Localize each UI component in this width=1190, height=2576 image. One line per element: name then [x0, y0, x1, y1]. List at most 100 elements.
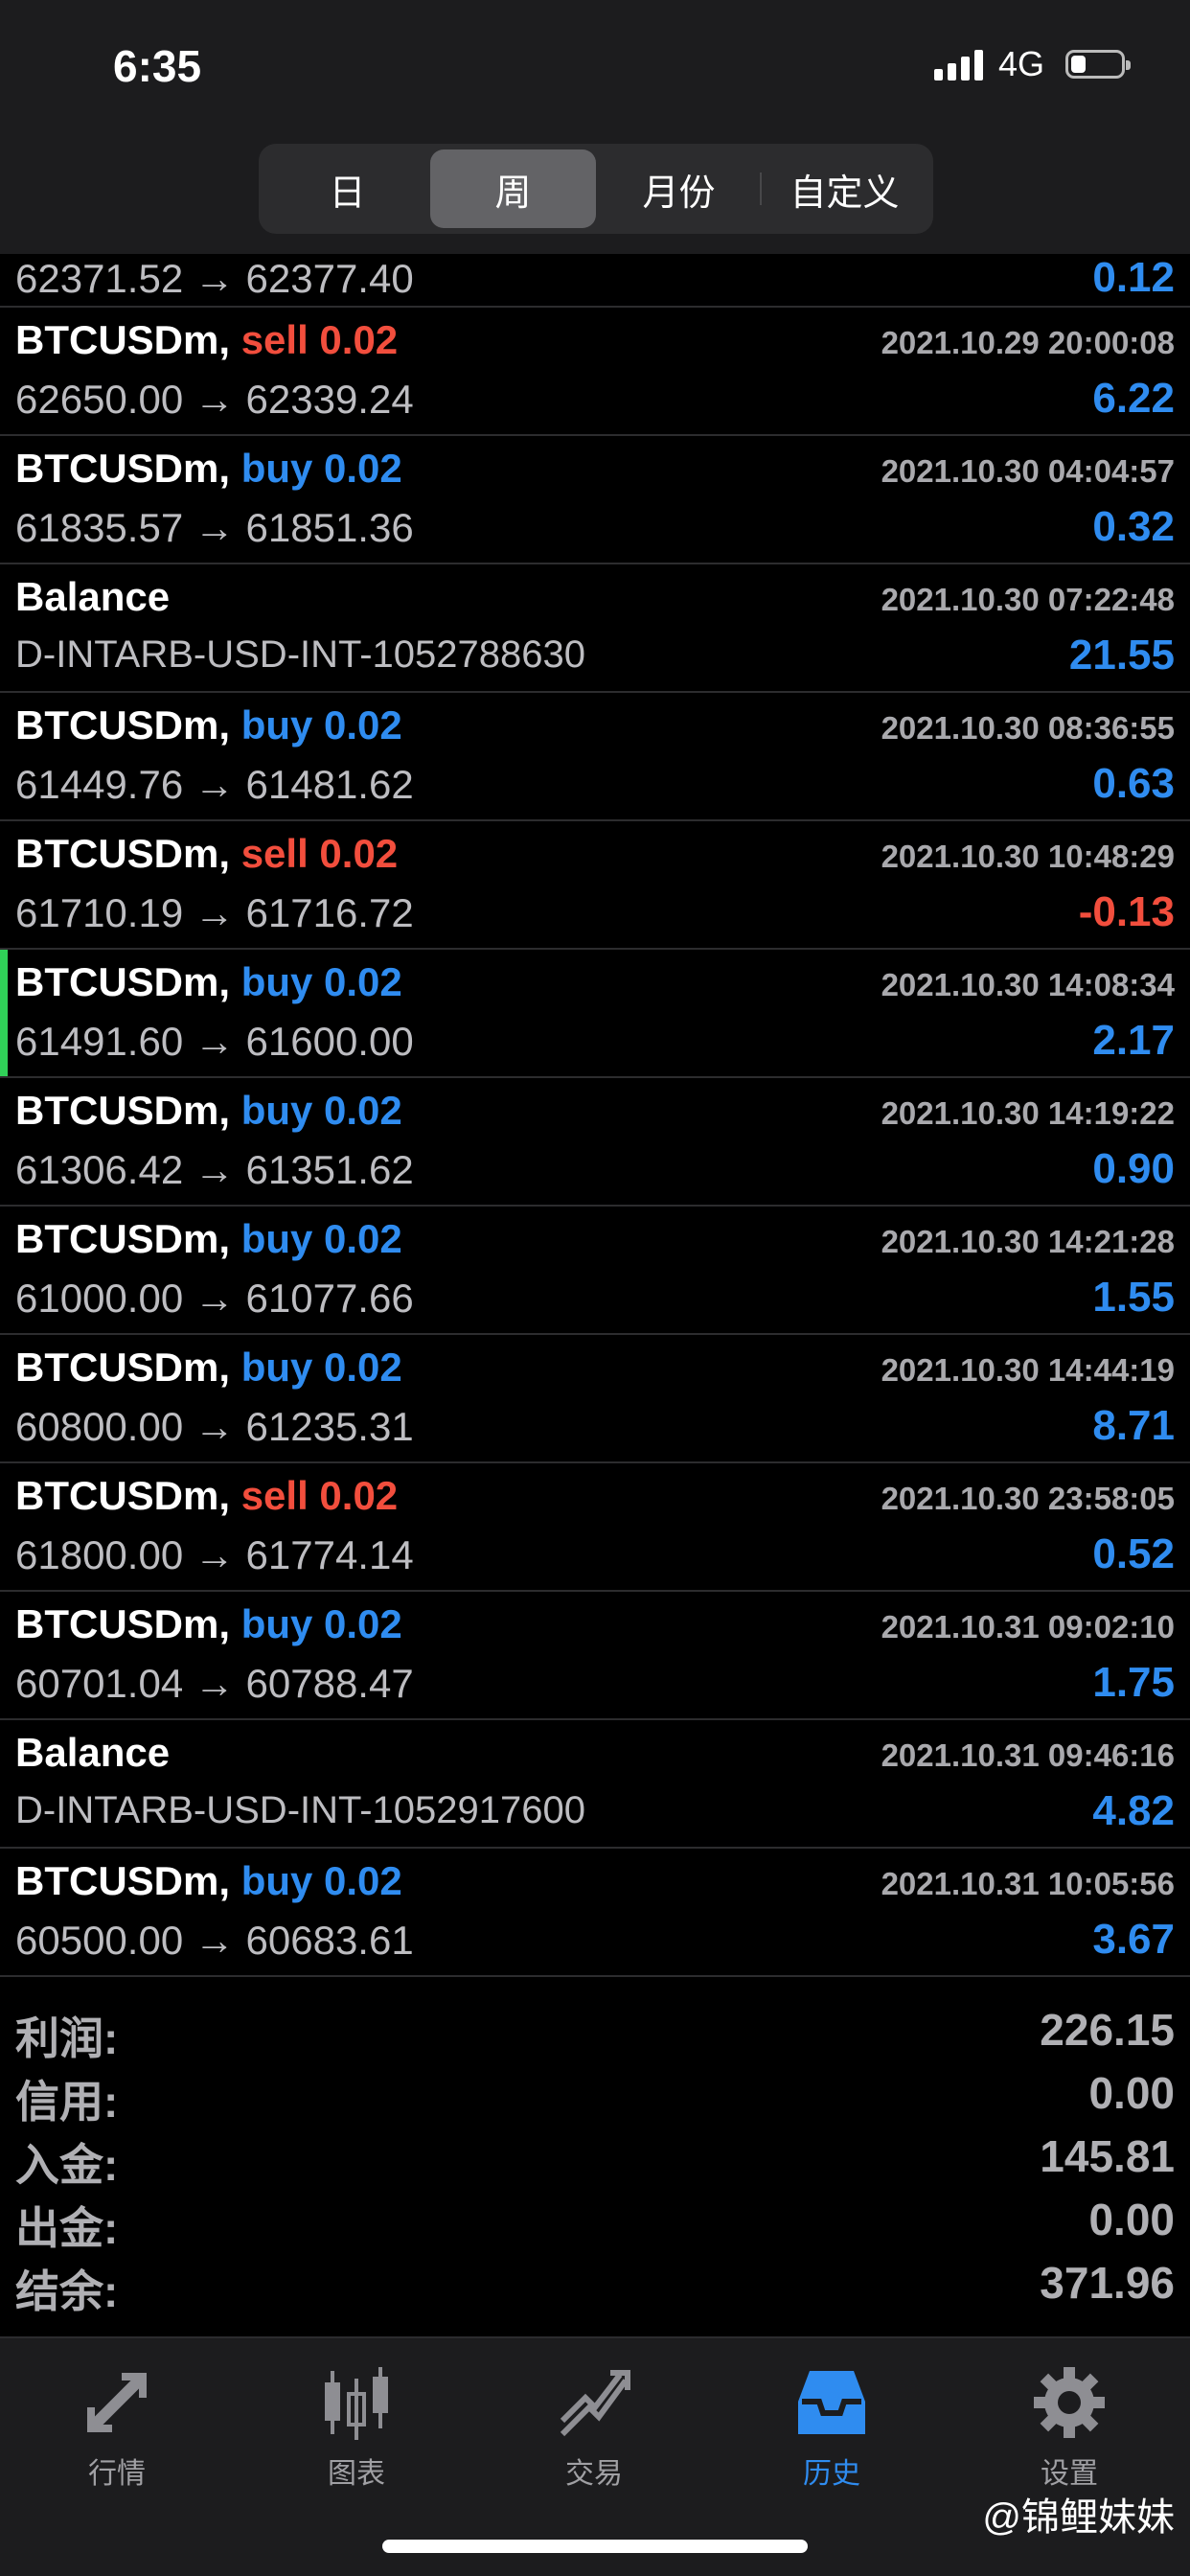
deal-datetime: 2021.10.30 14:21:28: [881, 1224, 1175, 1259]
deal-row[interactable]: BTCUSDm, buy 0.02 2021.10.31 09:02:10 6070…: [0, 1592, 1190, 1720]
status-indicators: 4G: [933, 44, 1131, 84]
deal-prices: 61449.76 → 61481.62: [15, 762, 414, 807]
deal-profit: 3.67: [1092, 1916, 1175, 1963]
deal-volume: 0.02: [324, 1088, 402, 1133]
deal-profit: 0.63: [1092, 760, 1175, 807]
deal-prices: 61491.60 → 61600.00: [15, 1019, 414, 1064]
deal-title: BTCUSDm, buy 0.02: [15, 1858, 402, 1904]
deal-title: BTCUSDm, buy 0.02: [15, 702, 402, 748]
deal-row[interactable]: BTCUSDm, buy 0.02 2021.10.30 08:36:55 6144…: [0, 693, 1190, 821]
deal-profit: 1.75: [1092, 1659, 1175, 1706]
network-type: 4G: [997, 44, 1044, 83]
deal-symbol: BTCUSDm,: [15, 702, 231, 748]
period-tab-day[interactable]: 日: [264, 150, 430, 228]
summary-value: 226.15: [1040, 2005, 1175, 2055]
deal-history-list: 62371.52 → 62377.40 0.12 BTCUSDm, sell 0.0…: [0, 254, 1190, 1977]
deal-title: BTCUSDm, buy 0.02: [15, 959, 402, 1005]
tab-history[interactable]: 历史: [745, 2359, 918, 2492]
period-tab-label: 日: [329, 172, 366, 214]
deal-row[interactable]: BTCUSDm, buy 0.02 2021.10.30 14:44:19 6080…: [0, 1335, 1190, 1463]
deal-datetime: 2021.10.30 23:58:05: [881, 1481, 1175, 1516]
deal-row[interactable]: BTCUSDm, buy 0.02 2021.10.30 04:04:57 6183…: [0, 436, 1190, 564]
tab-quotes[interactable]: 行情: [31, 2359, 203, 2492]
period-tab-label: 周: [494, 172, 532, 214]
deal-row[interactable]: BTCUSDm, buy 0.02 2021.10.30 14:08:34 6149…: [0, 950, 1190, 1078]
summary-value: 371.96: [1040, 2258, 1175, 2308]
deal-row[interactable]: BTCUSDm, sell 0.02 2021.10.29 20:00:08 626…: [0, 308, 1190, 436]
summary-label: 利润:: [15, 2013, 119, 2063]
summary-label: 出金:: [15, 2203, 119, 2253]
deal-symbol: Balance: [15, 1730, 171, 1775]
period-tab-custom[interactable]: 自定义: [760, 150, 927, 228]
deal-profit: 6.22: [1092, 375, 1175, 422]
deal-row[interactable]: 62371.52 → 62377.40 0.12: [0, 254, 1190, 308]
tab-trade[interactable]: 交易: [508, 2359, 680, 2492]
deal-datetime: 2021.10.30 08:36:55: [881, 710, 1175, 746]
deal-volume: 0.02: [324, 1216, 402, 1261]
deal-datetime: 2021.10.30 07:22:48: [881, 582, 1175, 617]
chart-icon: [325, 2367, 388, 2440]
battery-icon: [1065, 50, 1131, 79]
deal-symbol: BTCUSDm,: [15, 831, 231, 876]
deal-profit: 0.12: [1092, 254, 1175, 301]
deal-symbol: BTCUSDm,: [15, 1088, 231, 1133]
signal-icon: [933, 48, 983, 80]
deal-row[interactable]: BTCUSDm, buy 0.02 2021.10.30 14:21:28 6100…: [0, 1207, 1190, 1335]
deal-side: buy: [240, 1601, 313, 1646]
summary-label: 信用:: [15, 2077, 119, 2127]
deal-datetime: 2021.10.30 14:44:19: [881, 1352, 1175, 1388]
deal-prices: 61306.42 → 61351.62: [15, 1147, 414, 1192]
deal-row[interactable]: BTCUSDm, buy 0.02 2021.10.31 10:05:56 6050…: [0, 1849, 1190, 1977]
top-bar: 6:35 4G 日 周 月份 自定义: [0, 0, 1190, 254]
deal-side: buy: [240, 959, 313, 1004]
settings-icon: [1034, 2367, 1105, 2438]
deal-symbol: BTCUSDm,: [15, 1858, 231, 1903]
deal-side: sell: [240, 317, 309, 362]
summary-row: 信用: 0.00: [0, 2059, 1190, 2127]
deal-side: sell: [240, 1473, 309, 1518]
tab-settings[interactable]: 设置: [983, 2359, 1156, 2492]
deal-volume: 0.02: [319, 831, 399, 876]
period-tab-label: 月份: [642, 172, 716, 214]
deal-volume: 0.02: [324, 1345, 402, 1390]
deal-volume: 0.02: [324, 1858, 402, 1903]
deal-symbol: BTCUSDm,: [15, 446, 231, 491]
deal-row[interactable]: BTCUSDm, sell 0.02 2021.10.30 23:58:05 618…: [0, 1463, 1190, 1592]
deal-profit: 0.52: [1092, 1530, 1175, 1577]
tab-label: 图表: [328, 2458, 385, 2490]
period-tab-week[interactable]: 周: [430, 150, 596, 228]
deal-prices: 61800.00 → 61774.14: [15, 1532, 414, 1577]
watermark: @锦鲤妹妹: [982, 2496, 1175, 2539]
deal-title: BTCUSDm, buy 0.02: [15, 1216, 402, 1262]
deal-profit: 21.55: [1068, 632, 1175, 678]
deal-prices: 61835.57 → 61851.36: [15, 505, 414, 550]
deal-symbol: Balance: [15, 574, 171, 619]
deal-profit: 4.82: [1092, 1787, 1175, 1834]
summary-row: 结余: 371.96: [0, 2249, 1190, 2316]
deal-row[interactable]: BTCUSDm, sell 0.02 2021.10.30 10:48:29 617…: [0, 821, 1190, 950]
deal-side: buy: [240, 446, 313, 491]
deal-volume: 0.02: [324, 1601, 402, 1646]
summary-value: 0.00: [1088, 2068, 1175, 2118]
summary-value: 0.00: [1088, 2195, 1175, 2244]
deal-datetime: 2021.10.31 09:02:10: [881, 1609, 1175, 1644]
period-tab-month[interactable]: 月份: [596, 150, 762, 228]
deal-title: Balance: [15, 1730, 170, 1776]
deal-row[interactable]: BTCUSDm, buy 0.02 2021.10.30 14:19:22 6130…: [0, 1078, 1190, 1207]
deal-symbol: BTCUSDm,: [15, 317, 231, 362]
deal-title: BTCUSDm, buy 0.02: [15, 1088, 402, 1134]
deal-profit: 1.55: [1092, 1274, 1175, 1321]
deal-row[interactable]: Balance 2021.10.31 09:46:16 D-INTARB-USD-I…: [0, 1720, 1190, 1849]
history-summary: 利润: 226.15 信用: 0.00 入金: 145.81 出金: 0.00 结余: 371.9…: [0, 1996, 1190, 2336]
tab-chart[interactable]: 图表: [270, 2359, 443, 2492]
deal-title: BTCUSDm, sell 0.02: [15, 317, 398, 363]
deal-volume: 0.02: [319, 1473, 399, 1518]
deal-title: BTCUSDm, buy 0.02: [15, 446, 402, 492]
deal-side: buy: [240, 1858, 313, 1903]
deal-datetime: 2021.10.30 14:08:34: [881, 967, 1175, 1002]
trade-icon: [560, 2370, 630, 2437]
deal-row[interactable]: Balance 2021.10.30 07:22:48 D-INTARB-USD-I…: [0, 564, 1190, 693]
deal-title: Balance: [15, 574, 170, 620]
home-indicator[interactable]: [382, 2540, 808, 2553]
deal-side: buy: [240, 1088, 313, 1133]
